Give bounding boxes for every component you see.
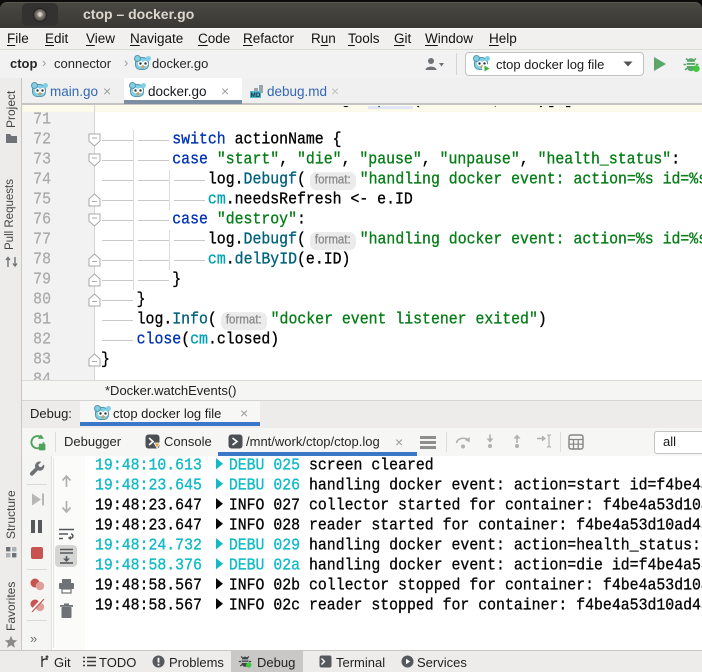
- svg-text:MD: MD: [251, 92, 261, 98]
